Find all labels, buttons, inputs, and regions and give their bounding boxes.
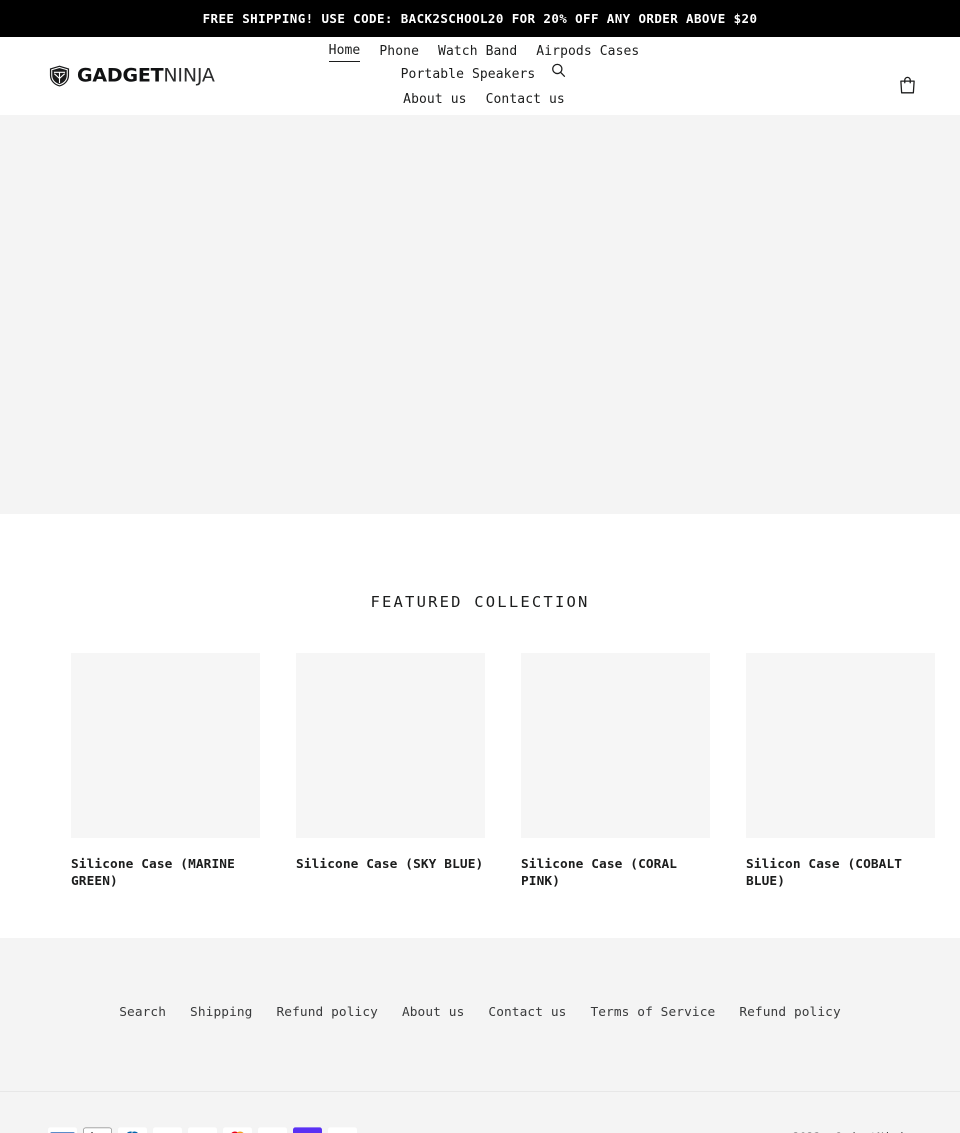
nav-item-home[interactable]: Home [328,41,361,62]
nav-item-portable-speakers[interactable]: Portable Speakers [401,65,536,85]
main-navigation-row-2: About us Contact us [253,90,715,110]
footer-navigation: Search Shipping Refund policy About us C… [0,938,960,1020]
product-image-placeholder [296,653,485,838]
main-navigation: Home Phone Watch Band Airpods Cases Port… [245,41,715,110]
announcement-text: FREE SHIPPING! USE CODE: BACK2SCHOOL20 F… [202,11,758,26]
payment-icon-apple-pay: Pay [83,1127,112,1133]
payment-icon-paypal [258,1127,287,1133]
payment-icon-shop-pay: Pay [293,1127,322,1133]
nav-item-contact-us[interactable]: Contact us [486,90,565,110]
payment-icon-discover: DISCOVER [153,1127,182,1133]
nav-item-airpods-cases[interactable]: Airpods Cases [536,42,639,62]
footer-link-refund-policy[interactable]: Refund policy [276,1005,377,1020]
nav-item-watch-band[interactable]: Watch Band [438,42,517,62]
footer-link-shipping[interactable]: Shipping [190,1005,252,1020]
payment-icon-visa: VISA [328,1127,357,1133]
nav-item-about-us[interactable]: About us [403,90,466,110]
shopping-bag-icon [899,76,916,97]
site-header: GADGETNINJA Home Phone Watch Band Airpod… [0,37,960,115]
product-title: Silicone Case (SKY BLUE) [296,857,484,872]
site-logo[interactable]: GADGETNINJA [48,64,215,87]
logo-text-light: NINJA [163,64,215,86]
product-image-placeholder [521,653,710,838]
product-card[interactable]: Silicone Case (CORAL PINK) [521,653,710,890]
nav-item-phone[interactable]: Phone [379,42,419,62]
hero-banner [0,115,960,514]
payment-icon-google-pay: G Pay [188,1127,217,1133]
product-card[interactable]: Silicone Case (MARINE GREEN) [71,653,260,890]
search-button[interactable] [550,62,567,79]
product-image-placeholder [71,653,260,838]
footer-link-terms-of-service[interactable]: Terms of Service [590,1005,715,1020]
copyright-text: © 2023, GadgetNinja [779,1130,912,1133]
payment-methods-list: AMEX Pay [48,1127,357,1133]
payment-icon-american-express: AMEX [48,1127,77,1133]
search-icon [550,62,567,79]
footer-link-contact-us[interactable]: Contact us [488,1005,566,1020]
product-title: Silicone Case (MARINE GREEN) [71,857,235,889]
footer-link-refund-policy-2[interactable]: Refund policy [739,1005,840,1020]
site-footer: Search Shipping Refund policy About us C… [0,938,960,1133]
product-title: Silicon Case (COBALT BLUE) [746,857,903,889]
product-title: Silicone Case (CORAL PINK) [521,857,678,889]
logo-text-bold: GADGET [77,64,164,86]
product-grid: Silicone Case (MARINE GREEN) Silicone Ca… [48,653,935,890]
footer-bottom-bar: AMEX Pay [0,1091,960,1133]
footer-link-search[interactable]: Search [119,1005,166,1020]
shield-monogram-icon [48,64,71,87]
product-card[interactable]: Silicon Case (COBALT BLUE) [746,653,935,890]
payment-icon-mastercard [223,1127,252,1133]
cart-button[interactable] [899,75,916,94]
product-image-placeholder [746,653,935,838]
featured-collection-section: FEATURED COLLECTION Silicone Case (MARIN… [0,514,960,890]
payment-icon-diners-club [118,1127,147,1133]
featured-collection-title: FEATURED COLLECTION [370,593,590,611]
footer-link-about-us[interactable]: About us [402,1005,464,1020]
site-logo-text: GADGETNINJA [77,66,215,85]
announcement-bar: FREE SHIPPING! USE CODE: BACK2SCHOOL20 F… [0,0,960,37]
product-card[interactable]: Silicone Case (SKY BLUE) [296,653,485,890]
